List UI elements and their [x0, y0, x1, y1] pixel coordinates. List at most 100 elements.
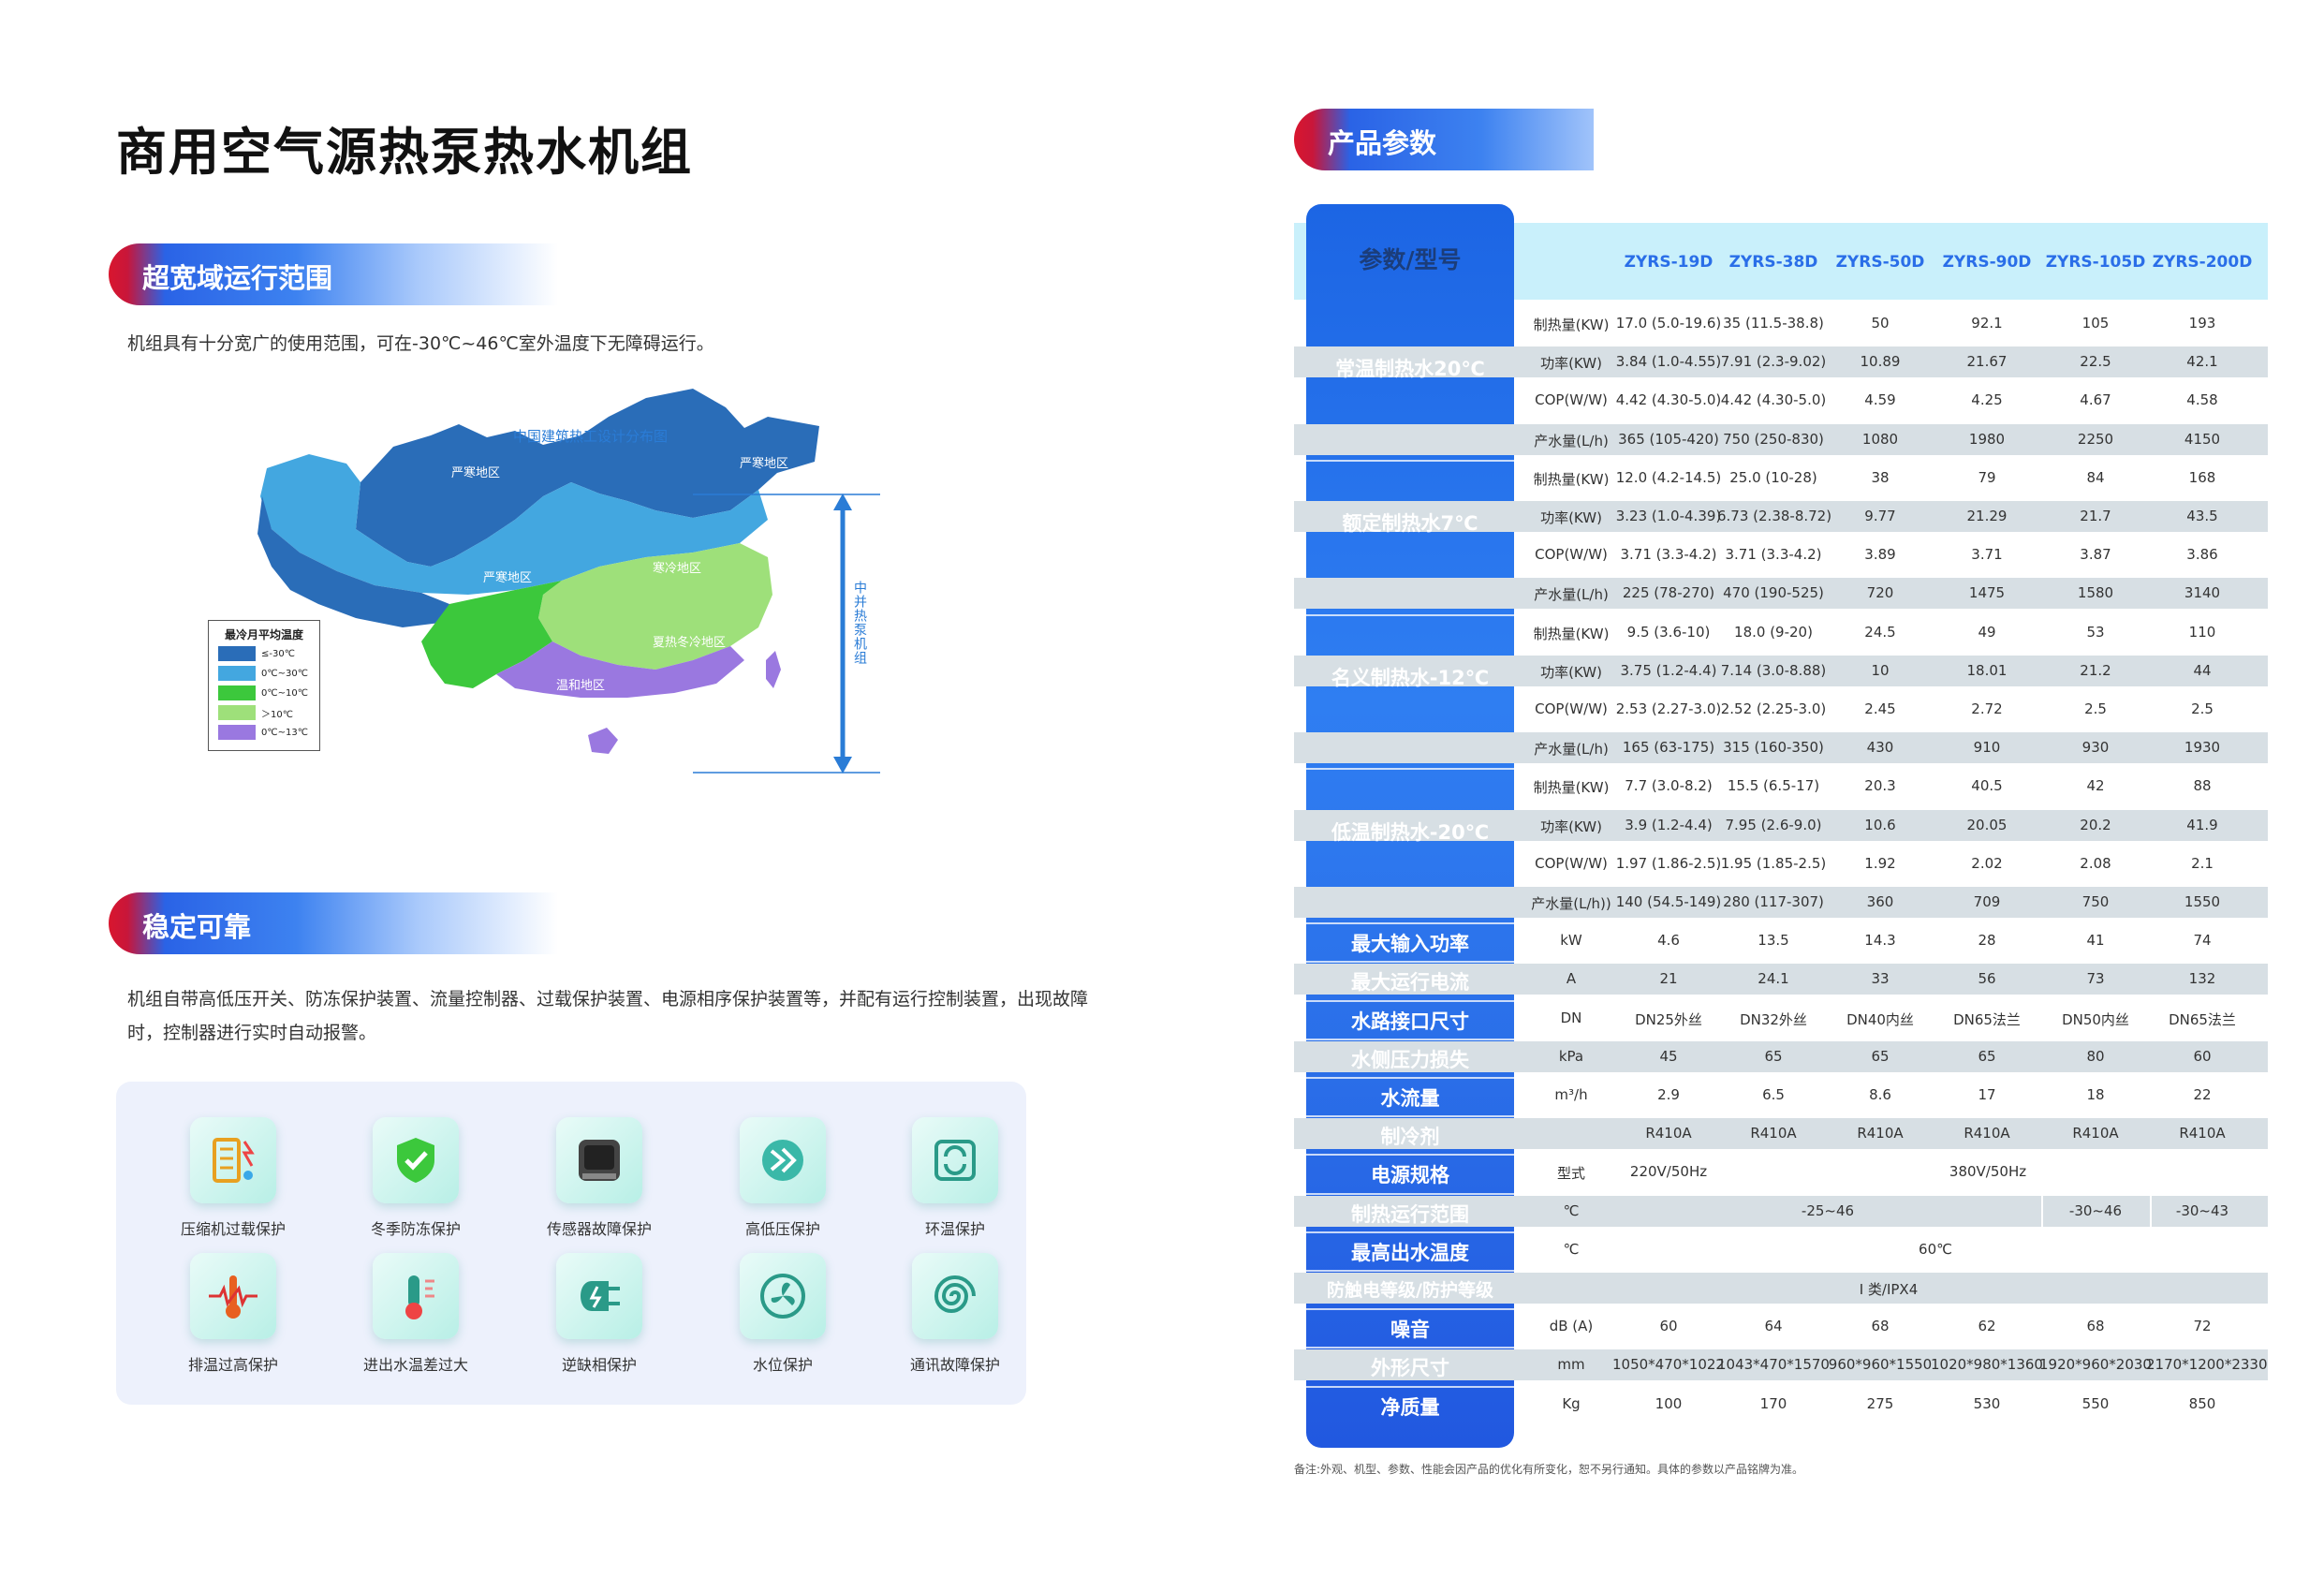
- table-cell: R410A: [1964, 1125, 2010, 1142]
- table-cell: 960*960*1550: [1828, 1356, 1933, 1374]
- table-cell: 3140: [2184, 584, 2221, 602]
- table-cell: 21.29: [1966, 508, 2008, 524]
- table-cell: 380V/50Hz: [1949, 1163, 2027, 1181]
- table-cell: DN32外丝: [1740, 1010, 1807, 1028]
- table-cell: 470 (190-525): [1723, 584, 1824, 602]
- unit-cell: A: [1566, 970, 1577, 988]
- unit-cell: m³/h: [1554, 1086, 1588, 1103]
- table-cell: 20.3: [1864, 777, 1896, 795]
- table-cell: 3.9 (1.2-4.4): [1625, 816, 1713, 833]
- table-cell: 1080: [1861, 430, 1899, 448]
- table-cell: 750: [2081, 893, 2110, 910]
- table-cell: 280 (117-307): [1723, 893, 1824, 910]
- table-cell: 88: [2193, 777, 2212, 795]
- row-label: 防触电等级/防护等级: [1327, 1280, 1493, 1301]
- unit-cell: COP(W/W): [1535, 546, 1608, 564]
- protection-item: 排温过高保护: [140, 1253, 327, 1393]
- table-cell: 2.5: [2191, 700, 2214, 717]
- table-cell: 2.1: [2191, 854, 2214, 872]
- unit-cell: ℃: [1563, 1201, 1580, 1219]
- protection-item: 进出水温差过大: [322, 1253, 509, 1393]
- table-cell: 12.0 (4.2-14.5): [1615, 468, 1722, 486]
- table-cell: I 类/IPX4: [1859, 1281, 1919, 1298]
- row-label: 净质量: [1380, 1395, 1440, 1419]
- row-label: 噪音: [1390, 1319, 1430, 1342]
- cell-divider: [2041, 1195, 2043, 1227]
- table-cell: 10.6: [1864, 816, 1896, 833]
- table-cell: 2.52 (2.25-3.0): [1720, 700, 1827, 717]
- cell-divider: [2150, 1195, 2152, 1227]
- legend-item: ＞10℃: [218, 704, 319, 721]
- table-cell: 21.7: [2080, 508, 2111, 524]
- model-header: ZYRS-19D: [1624, 253, 1714, 272]
- unit-cell: 型式: [1556, 1165, 1585, 1183]
- params-header-label: 参数/型号: [1359, 246, 1462, 273]
- table-cell: 18.0 (9-20): [1734, 623, 1813, 641]
- table-cell: 105: [2081, 315, 2110, 332]
- legend-item: ≤-30℃: [218, 645, 319, 662]
- table-cell: 60℃: [1919, 1240, 1952, 1258]
- table-cell: 1920*960*2030: [2039, 1356, 2152, 1374]
- table-cell: 50: [1871, 315, 1890, 332]
- table-cell: 930: [2081, 739, 2110, 757]
- table-cell: 6.5: [1762, 1086, 1785, 1103]
- unit-cell: 产水量(L/h)): [1531, 895, 1611, 912]
- group-label: 名义制热水-12℃: [1331, 666, 1490, 689]
- region-label: 严寒地区: [451, 466, 501, 480]
- table-cell: 49: [1978, 623, 1996, 641]
- table-cell: 2.08: [2080, 854, 2111, 872]
- unit-cell: 功率(KW): [1540, 355, 1602, 373]
- model-header: ZYRS-200D: [2152, 253, 2253, 272]
- row-separator: [1306, 1038, 1514, 1040]
- table-cell: 7.95 (2.6-9.0): [1725, 816, 1822, 833]
- spiral-icon: [912, 1253, 998, 1339]
- table-cell: 1.97 (1.86-2.5): [1615, 854, 1722, 872]
- table-cell: -25~46: [1801, 1201, 1855, 1219]
- table-cell: DN65法兰: [1953, 1010, 2021, 1028]
- table-cell: 2.9: [1657, 1086, 1680, 1103]
- legend-title: 最冷月平均温度: [224, 628, 303, 641]
- exhaust-temp-icon: [190, 1253, 276, 1339]
- region-label: 寒冷地区: [653, 562, 702, 576]
- row-separator: [1306, 1154, 1514, 1157]
- unit-cell: 制热量(KW): [1533, 779, 1610, 797]
- table-cell: 1550: [2184, 893, 2221, 910]
- table-cell: 21: [1659, 970, 1678, 988]
- table-cell: 360: [1866, 893, 1894, 910]
- legend-item: 0℃~10℃: [218, 685, 319, 701]
- protection-item: 传感器故障保护: [506, 1117, 693, 1258]
- map-legend: 最冷月平均温度 ≤-30℃ 0℃~30℃ 0℃~10℃ ＞10℃ 0℃~13℃: [208, 620, 320, 751]
- group-separator: [1306, 768, 1514, 771]
- table-cell: 35 (11.5-38.8): [1723, 315, 1824, 332]
- table-cell: 100: [1655, 1394, 1683, 1412]
- table-cell: 65: [1978, 1047, 1996, 1065]
- unit-cell: 功率(KW): [1540, 818, 1602, 835]
- row-separator: [1306, 999, 1514, 1002]
- region-label: 温和地区: [556, 679, 606, 693]
- table-cell: 1020*980*1360: [1931, 1356, 2043, 1374]
- model-header: ZYRS-50D: [1835, 253, 1925, 272]
- table-cell: 25.0 (10-28): [1729, 468, 1817, 486]
- table-cell: 15.5 (6.5-17): [1727, 777, 1820, 795]
- table-cell: 4.6: [1657, 932, 1680, 950]
- pressure-icon: [740, 1117, 826, 1203]
- table-cell: 1475: [1968, 584, 2006, 602]
- table-cell: 1.92: [1864, 854, 1896, 872]
- section-heading-params: 产品参数: [1294, 109, 1594, 170]
- row-label: 外形尺寸: [1371, 1357, 1449, 1380]
- table-cell: 68: [1871, 1318, 1890, 1335]
- model-header: ZYRS-90D: [1942, 253, 2032, 272]
- table-cell: R410A: [1857, 1125, 1904, 1142]
- table-cell: 20.05: [1966, 816, 2008, 833]
- table-cell: 4.25: [1971, 391, 2003, 409]
- fan-icon: [740, 1253, 826, 1339]
- table-cell: 170: [1759, 1394, 1787, 1412]
- table-cell: 74: [2193, 932, 2212, 950]
- table-cell: 910: [1973, 739, 2001, 757]
- row-label: 水路接口尺寸: [1351, 1010, 1469, 1033]
- table-cell: 22: [2193, 1086, 2212, 1103]
- table-cell: 2.72: [1971, 700, 2003, 717]
- table-cell: R410A: [1750, 1125, 1797, 1142]
- table-cell: 850: [2188, 1394, 2216, 1412]
- table-cell: 225 (78-270): [1622, 584, 1715, 602]
